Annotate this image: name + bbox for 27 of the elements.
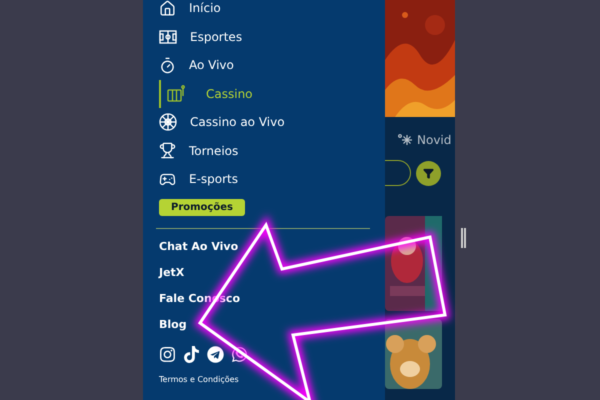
- tiktok-icon[interactable]: [183, 346, 200, 362]
- menu-item[interactable]: Início: [157, 0, 370, 22]
- menu-item[interactable]: Cassino: [159, 80, 370, 108]
- filter-icon: [423, 168, 434, 178]
- sparkle-icon: [397, 132, 413, 148]
- telegram-icon[interactable]: [207, 346, 224, 362]
- menu-link[interactable]: Chat Ao Vivo: [159, 234, 370, 260]
- field-icon: [159, 30, 177, 44]
- roulette-icon: [159, 113, 177, 132]
- menu-item[interactable]: Esportes: [157, 22, 370, 51]
- menu-item[interactable]: Ao Vivo: [157, 51, 370, 80]
- trophy-icon: [159, 142, 176, 160]
- search-field[interactable]: [385, 160, 411, 186]
- promotions-button[interactable]: Promoções: [159, 198, 245, 216]
- menu-link[interactable]: Blog: [159, 312, 370, 338]
- scrollbar-handle[interactable]: [461, 228, 466, 248]
- slot-machine-icon: [167, 84, 185, 103]
- instagram-icon[interactable]: [159, 346, 176, 362]
- menu-link[interactable]: JetX: [159, 260, 370, 286]
- terms-link[interactable]: Termos e Condições: [159, 374, 370, 384]
- menu-item[interactable]: Cassino ao Vivo: [157, 108, 370, 136]
- home-icon: [159, 0, 176, 17]
- menu-item[interactable]: Torneios: [157, 136, 370, 165]
- filter-button[interactable]: [416, 160, 441, 186]
- timer-icon: [159, 56, 176, 74]
- tab-label[interactable]: Novid: [417, 133, 452, 147]
- menu-item[interactable]: E-sports: [157, 165, 370, 194]
